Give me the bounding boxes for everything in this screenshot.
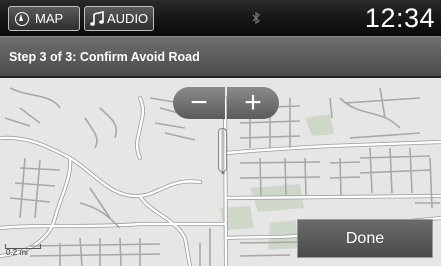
map-view[interactable]: − + 0.2 mi Done — [0, 78, 441, 266]
audio-tab-button[interactable]: AUDIO — [84, 6, 154, 31]
audio-tab-label: AUDIO — [107, 11, 149, 26]
done-button[interactable]: Done — [297, 219, 433, 258]
map-tab-button[interactable]: MAP — [8, 6, 80, 31]
music-note-icon — [90, 10, 104, 26]
navigation-screen: MAP AUDIO 12:34 Step 3 of 3: Confirm Avo… — [0, 0, 441, 266]
bluetooth-icon — [251, 11, 261, 26]
top-bar: MAP AUDIO 12:34 — [0, 0, 441, 36]
zoom-out-button[interactable]: − — [173, 87, 225, 119]
scale-label: 0.2 mi — [6, 248, 28, 257]
map-tab-label: MAP — [35, 11, 64, 26]
clock: 12:34 — [364, 3, 435, 33]
selected-road-marker[interactable] — [218, 128, 227, 172]
compass-icon — [15, 11, 29, 26]
zoom-in-button[interactable]: + — [227, 87, 279, 119]
step-header: Step 3 of 3: Confirm Avoid Road — [0, 36, 441, 77]
step-title: Step 3 of 3: Confirm Avoid Road — [9, 50, 200, 64]
zoom-control: − + — [173, 87, 279, 119]
